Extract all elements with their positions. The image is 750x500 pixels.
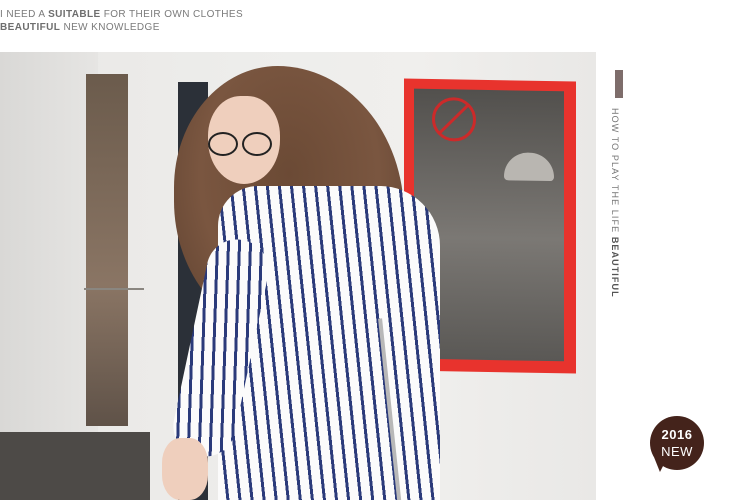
badge-label: NEW xyxy=(661,444,693,459)
hero-photo xyxy=(0,52,596,500)
floor xyxy=(0,432,150,500)
header-line-1-bold: SUITABLE xyxy=(48,9,101,20)
badge-year: 2016 xyxy=(661,427,693,442)
header-line-1-post: FOR THEIR OWN CLOTHES xyxy=(100,9,244,20)
header-line-1-pre: I NEED A xyxy=(0,9,49,20)
header-line-2-post: NEW KNOWLEDGE xyxy=(60,22,160,33)
handrail xyxy=(84,288,144,290)
vertical-tagline: HOW TO PLAY THE LIFE BEAUTIFUL xyxy=(610,108,620,298)
accent-bar xyxy=(615,70,623,98)
vertical-tagline-text: HOW TO PLAY THE LIFE xyxy=(610,108,620,237)
model-figure xyxy=(160,58,450,500)
header-line-2: BEAUTIFUL NEW KNOWLEDGE xyxy=(0,21,243,34)
glasses-icon xyxy=(208,132,284,156)
header-line-1: I NEED A SUITABLE FOR THEIR OWN CLOTHES xyxy=(0,8,243,21)
new-2016-badge: 2016 NEW xyxy=(650,416,704,470)
lamp-reflection xyxy=(504,152,554,182)
doorway xyxy=(86,74,128,426)
vertical-tagline-bold: BEAUTIFUL xyxy=(610,236,620,298)
header-line-2-bold: BEAUTIFUL xyxy=(0,22,61,33)
header-caption: I NEED A SUITABLE FOR THEIR OWN CLOTHES … xyxy=(0,8,243,34)
model-hand xyxy=(162,438,208,500)
